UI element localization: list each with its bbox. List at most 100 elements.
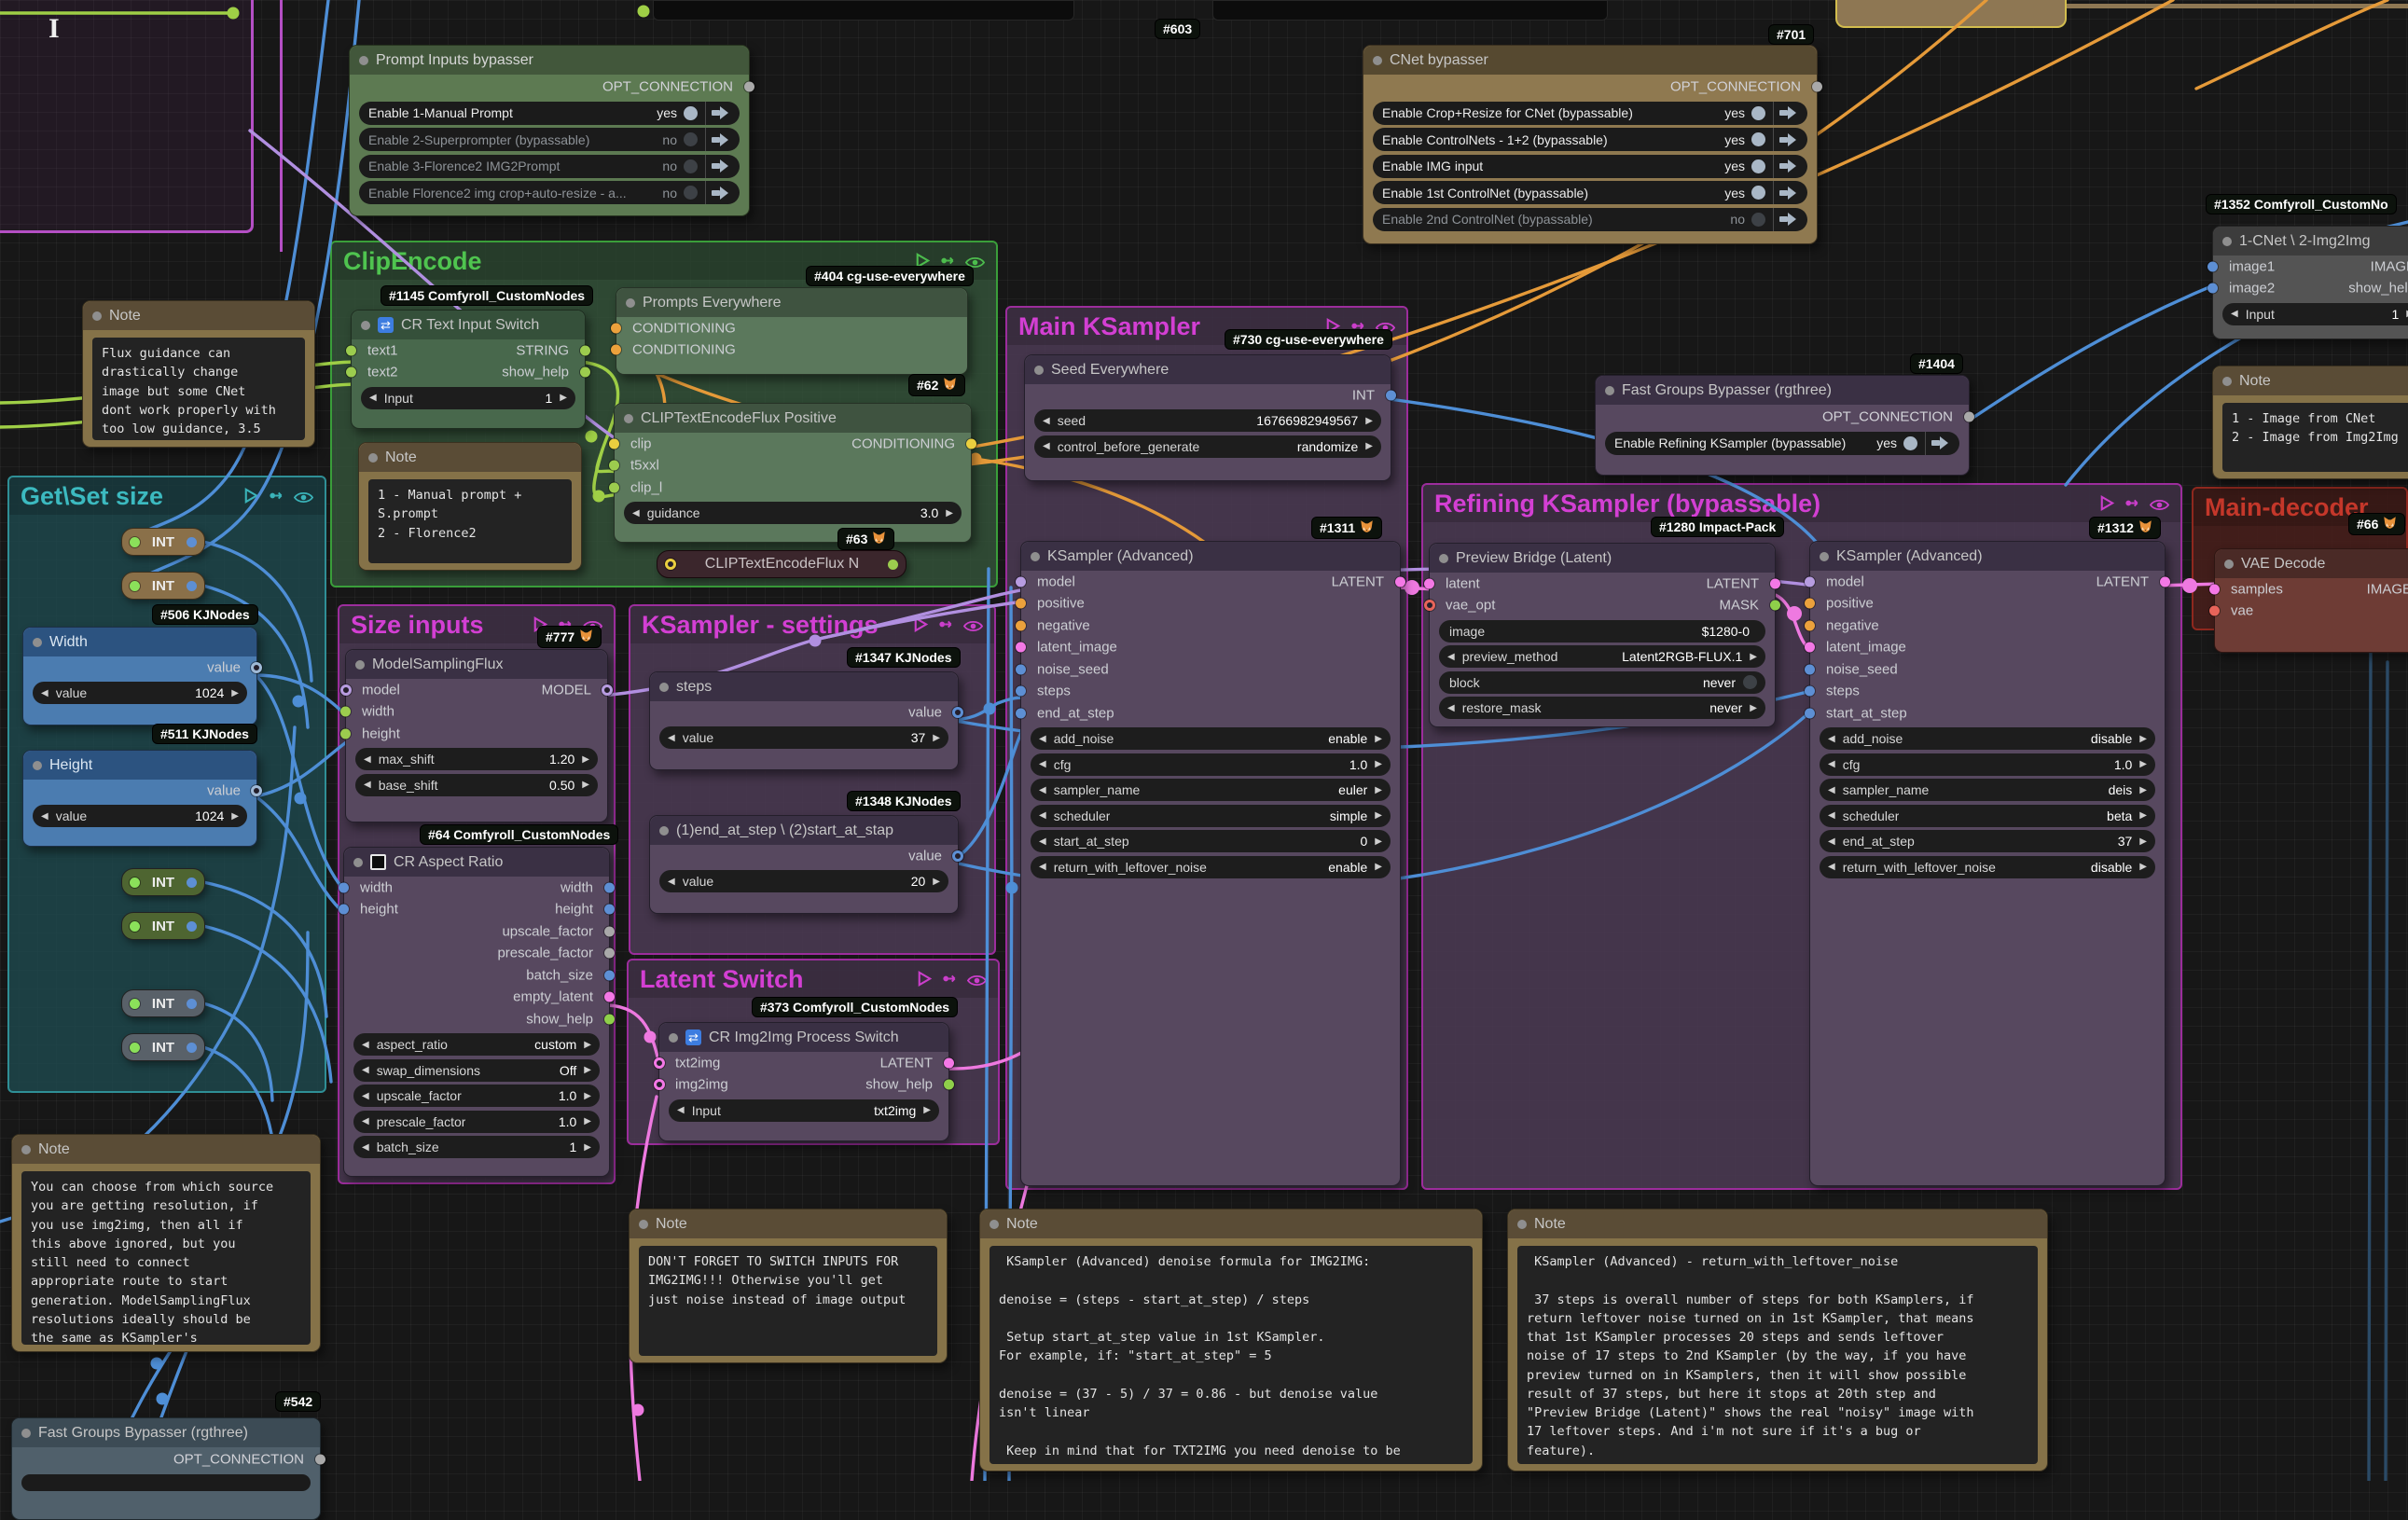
bypass-arrow-button[interactable]	[1774, 208, 1807, 231]
widget-batch-size[interactable]: ◀ batch_size 1 ▶	[353, 1136, 600, 1158]
node-note-image-source[interactable]: Note 1 - Image from CNet 2 - Image from I…	[2212, 366, 2408, 479]
node-header[interactable]: (1)end_at_step \ (2)start_at_stap	[650, 816, 958, 845]
widget-input[interactable]: ◀ Input txt2img ▶	[669, 1099, 939, 1122]
widget-input[interactable]: ◀Input1▶	[2222, 302, 2408, 325]
node-header[interactable]: KSampler (Advanced)	[1021, 542, 1400, 571]
widget-max-shift[interactable]: ◀ max_shift 1.20 ▶	[355, 748, 598, 770]
widget-input[interactable]: ◀Input1▶	[361, 386, 575, 409]
node-header[interactable]: CNet bypasser	[1363, 46, 1817, 75]
widget-restore-mask[interactable]: ◀ restore_mask never ▶	[1439, 697, 1765, 719]
bypass-toggle-row[interactable]: Enable Florence2 img crop+auto-resize - …	[359, 181, 740, 204]
widget-seed[interactable]: ◀ seed 16766982949567 ▶	[1034, 409, 1381, 432]
toggle-knob[interactable]	[1751, 132, 1765, 146]
output-port-empty_latent[interactable]	[604, 991, 615, 1002]
input-port-clip_l[interactable]	[609, 482, 619, 493]
bypass-arrow-button[interactable]	[1926, 432, 1959, 455]
toggle-knob[interactable]	[1751, 105, 1765, 120]
input-port-image2[interactable]	[2207, 283, 2218, 294]
widget-scheduler[interactable]: ◀ scheduler beta ▶	[1820, 804, 2155, 827]
output-port-show_help[interactable]	[944, 1079, 954, 1090]
node-ksampler-advanced-1[interactable]: KSampler (Advanced) model LATENT positive ne…	[1016, 541, 1405, 1186]
increment-arrow-icon[interactable]: ▶	[1375, 734, 1382, 744]
node-header[interactable]: Note	[2213, 366, 2408, 395]
increment-arrow-icon[interactable]: ▶	[1375, 836, 1382, 847]
output-port[interactable]	[187, 536, 197, 547]
input-port-t5xxl[interactable]	[609, 460, 619, 471]
toggle-knob[interactable]	[1751, 212, 1765, 227]
node-cliptextencodeflux-positive[interactable]: CLIPTextEncodeFlux Positive clip CONDITION…	[609, 403, 976, 543]
increment-arrow-icon[interactable]: ▶	[584, 1142, 591, 1153]
toggle-knob[interactable]	[684, 186, 698, 200]
decrement-arrow-icon[interactable]: ◀	[1828, 862, 1835, 872]
collapse-toggle[interactable]	[130, 580, 140, 591]
input-port-positive[interactable]	[1016, 598, 1026, 609]
input-port-start_at_step[interactable]	[1805, 708, 1815, 719]
output-port-conditioning[interactable]	[966, 438, 976, 449]
decrement-arrow-icon[interactable]: ◀	[1039, 836, 1046, 847]
decrement-arrow-icon[interactable]: ◀	[1828, 759, 1835, 769]
note-text[interactable]: 1 - Manual prompt + S.prompt 2 - Florenc…	[368, 479, 572, 563]
visibility-group-icon[interactable]	[966, 965, 988, 994]
increment-arrow-icon[interactable]: ▶	[582, 754, 589, 765]
widget-block[interactable]: block never	[1439, 670, 1765, 694]
input-port-model[interactable]	[1016, 576, 1026, 587]
increment-arrow-icon[interactable]: ▶	[1375, 759, 1382, 769]
widget-value[interactable]: ◀ value 20 ▶	[659, 870, 948, 892]
node-header[interactable]: Note	[12, 1135, 320, 1164]
play-group-icon[interactable]	[242, 482, 259, 511]
node-int-collapsed-1[interactable]: INT	[121, 528, 205, 556]
increment-arrow-icon[interactable]: ▶	[2139, 810, 2147, 821]
node-header[interactable]: CLIPTextEncodeFlux Positive	[615, 404, 971, 433]
decrement-arrow-icon[interactable]: ◀	[1828, 734, 1835, 744]
node-seed-everywhere[interactable]: Seed Everywhere INT ◀ seed 16766982949567 ▶ ◀ c…	[1024, 354, 1396, 481]
collapse-toggle[interactable]	[130, 920, 140, 932]
bypass-toggle-row[interactable]: Enable ControlNets - 1+2 (bypassable) yes	[1373, 128, 1807, 151]
toggle-knob[interactable]	[1751, 186, 1765, 200]
decrement-arrow-icon[interactable]: ◀	[668, 877, 675, 887]
node-int-collapsed-4[interactable]: INT	[121, 912, 205, 940]
widget-upscale-factor[interactable]: ◀ upscale_factor 1.0 ▶	[353, 1085, 600, 1107]
bypass-arrow-button[interactable]	[1774, 181, 1807, 204]
widget-sampler-name[interactable]: ◀ sampler_name euler ▶	[1031, 779, 1391, 801]
decrement-arrow-icon[interactable]: ◀	[1043, 441, 1050, 451]
bypass-toggle-row[interactable]: Enable 2-Superprompter (bypassable) no	[359, 128, 740, 151]
decrement-arrow-icon[interactable]: ◀	[2231, 309, 2238, 319]
node-cnet-bypasser[interactable]: CNet bypasser OPT_CONNECTION Enable Crop+R…	[1363, 45, 1822, 244]
bypass-arrow-button[interactable]	[706, 181, 740, 204]
input-port-txt2img[interactable]	[654, 1057, 665, 1069]
output-port-int[interactable]	[1386, 390, 1396, 401]
increment-arrow-icon[interactable]: ▶	[933, 733, 940, 743]
input-port-img2img[interactable]	[654, 1079, 665, 1091]
decrement-arrow-icon[interactable]: ◀	[1039, 785, 1046, 795]
node-fast-groups-bypasser-refining[interactable]: Fast Groups Bypasser (rgthree) OPT_CONNEC…	[1595, 375, 1974, 476]
node-header[interactable]: steps	[650, 672, 958, 701]
input-port-positive[interactable]	[1805, 598, 1815, 609]
output-port-string[interactable]	[580, 345, 590, 356]
input-port-vae_opt[interactable]	[1424, 600, 1435, 612]
note-text[interactable]: Flux guidance can drastically change ima…	[92, 338, 305, 440]
node-end-start-step-node[interactable]: (1)end_at_step \ (2)start_at_stap value ◀ v…	[649, 815, 963, 914]
toggle-knob[interactable]	[684, 132, 698, 146]
output-port[interactable]	[187, 580, 197, 591]
node-cr-img2img-process-switch[interactable]: ⇄ CR Img2Img Process Switch txt2img LATENT i…	[654, 1022, 954, 1141]
output-port-opt_connection[interactable]	[744, 81, 754, 91]
decrement-arrow-icon[interactable]: ◀	[1039, 810, 1046, 821]
input-port-negative[interactable]	[1016, 620, 1026, 631]
decrement-arrow-icon[interactable]: ◀	[1039, 759, 1046, 769]
increment-arrow-icon[interactable]: ▶	[1375, 785, 1382, 795]
increment-arrow-icon[interactable]: ▶	[2139, 862, 2147, 872]
decrement-arrow-icon[interactable]: ◀	[1828, 836, 1835, 847]
widget-aspect-ratio[interactable]: ◀ aspect_ratio custom ▶	[353, 1033, 600, 1056]
node-note-resolution-source[interactable]: Note You can choose from which source you…	[11, 1134, 321, 1352]
widget-value[interactable]: ◀ value 1024 ▶	[33, 682, 247, 704]
node-header[interactable]: Note	[83, 301, 314, 330]
bypass-toggle-row[interactable]: Enable Refining KSampler (bypassable) yes	[1605, 431, 1959, 455]
node-note-switch-inputs[interactable]: Note DON'T FORGET TO SWITCH INPUTS FOR IM…	[629, 1209, 948, 1363]
pin-group-icon[interactable]	[941, 965, 959, 994]
node-cr-text-input-switch[interactable]: ⇄ CR Text Input Switch text1 STRING text2 sho…	[346, 310, 590, 429]
input-port-model[interactable]	[340, 684, 352, 696]
widget-cfg[interactable]: ◀ cfg 1.0 ▶	[1031, 753, 1391, 776]
widget-cfg[interactable]: ◀ cfg 1.0 ▶	[1820, 753, 2155, 776]
output-port-upscale_factor[interactable]	[604, 926, 615, 937]
decrement-arrow-icon[interactable]: ◀	[41, 811, 48, 822]
